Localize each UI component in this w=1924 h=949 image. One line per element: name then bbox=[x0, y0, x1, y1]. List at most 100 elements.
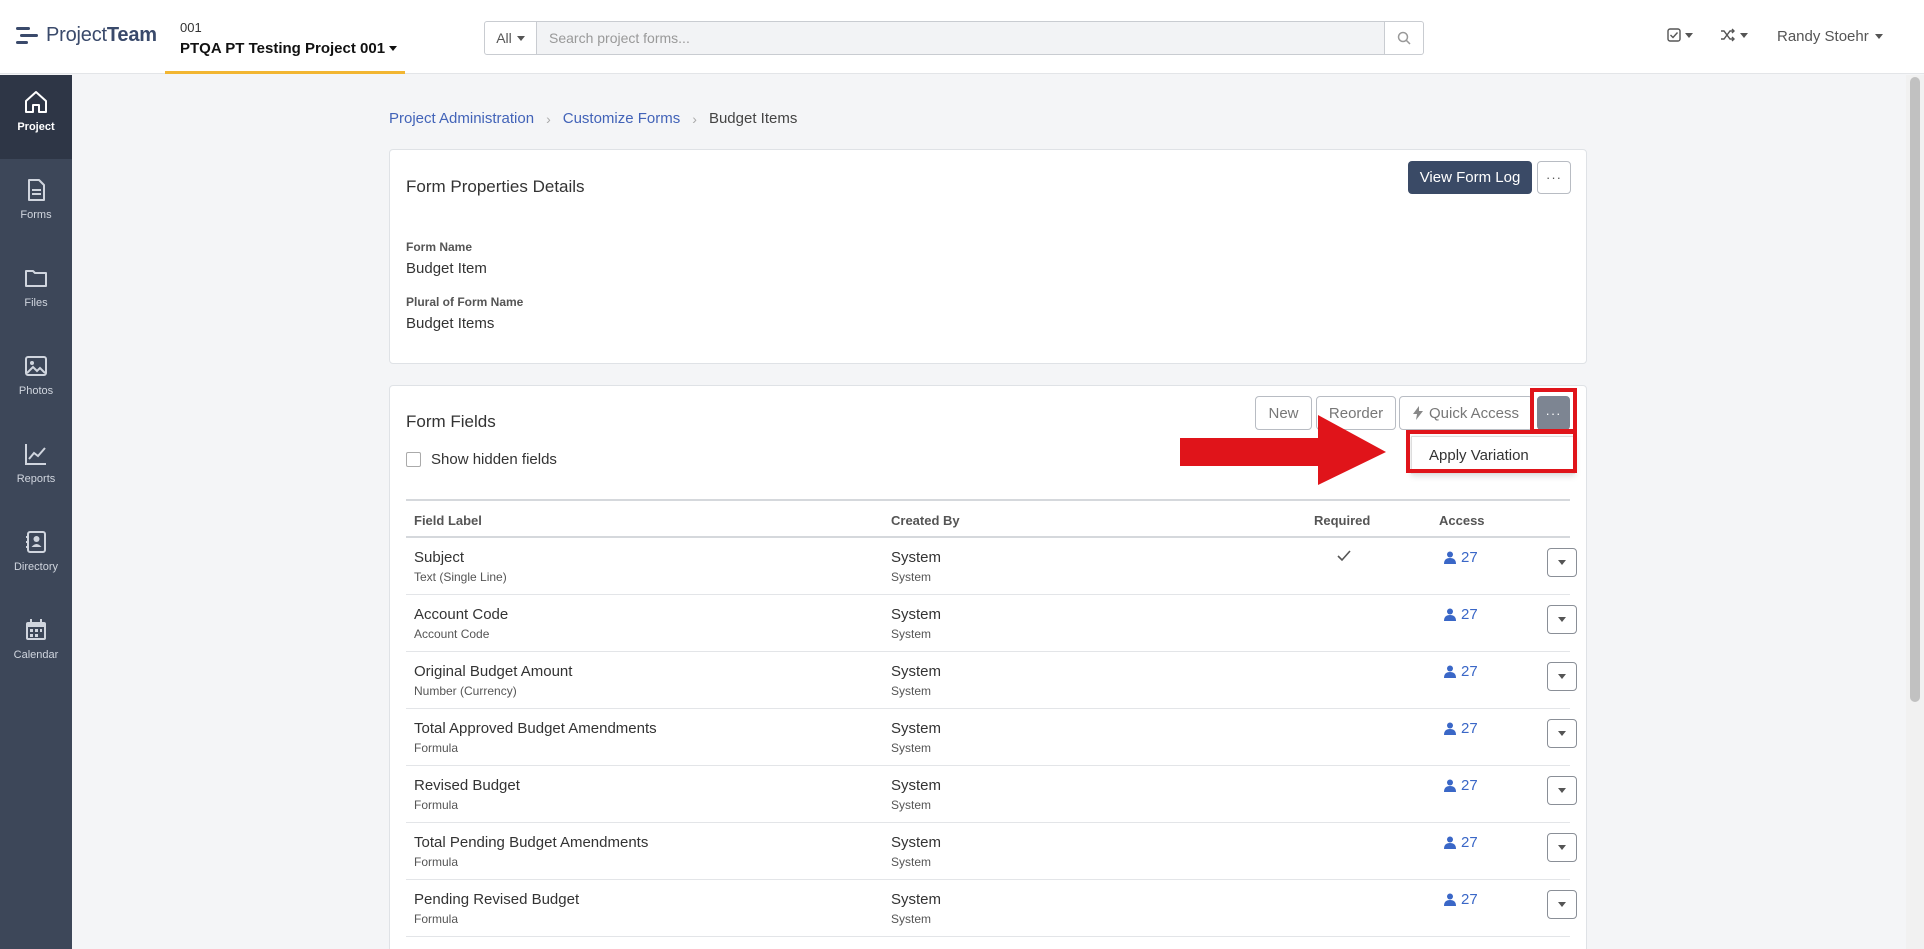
form-name-value: Budget Item bbox=[406, 260, 487, 277]
more-options-button[interactable]: ··· bbox=[1537, 161, 1571, 194]
switch-menu[interactable] bbox=[1720, 28, 1748, 42]
search-button[interactable] bbox=[1385, 21, 1424, 55]
project-number: 001 bbox=[180, 20, 202, 35]
access-link[interactable]: 27 bbox=[1444, 606, 1478, 623]
access-link[interactable]: 27 bbox=[1444, 834, 1478, 851]
user-icon bbox=[1444, 722, 1456, 735]
row-options-button[interactable] bbox=[1547, 833, 1577, 862]
sidebar-item-project[interactable]: Project bbox=[0, 75, 72, 159]
form-fields-title: Form Fields bbox=[406, 412, 496, 431]
user-icon bbox=[1444, 608, 1456, 621]
sidebar-item-directory[interactable]: Directory bbox=[0, 515, 72, 599]
field-label[interactable]: Original Budget Amount bbox=[414, 663, 572, 680]
column-field-label: Field Label bbox=[414, 513, 482, 528]
table-row[interactable]: Total Pending Budget Amendments Formula … bbox=[406, 823, 1577, 880]
field-label[interactable]: Account Code bbox=[414, 606, 508, 623]
access-count: 27 bbox=[1461, 549, 1478, 566]
field-label-cell: Original Budget Amount Number (Currency) bbox=[414, 663, 572, 698]
sidebar-item-reports[interactable]: Reports bbox=[0, 427, 72, 511]
caret-down-icon bbox=[389, 46, 398, 51]
row-options-button[interactable] bbox=[1547, 605, 1577, 634]
table-row[interactable]: Revised Budget Formula System System 27 bbox=[406, 766, 1577, 823]
project-selector[interactable]: 001 PTQA PT Testing Project 001 bbox=[165, 0, 405, 74]
row-options-button[interactable] bbox=[1547, 719, 1577, 748]
field-label[interactable]: Pending Revised Budget bbox=[414, 891, 579, 908]
user-icon bbox=[1444, 665, 1456, 678]
created-by-sub: System bbox=[891, 912, 932, 926]
created-by-cell: System System bbox=[891, 777, 941, 812]
calendar-icon bbox=[26, 619, 46, 640]
field-label-cell: Total Pending Budget Amendments Formula bbox=[414, 834, 648, 869]
caret-down-icon bbox=[1558, 788, 1566, 793]
checkmark-icon bbox=[1337, 550, 1351, 562]
breadcrumb-customize-forms[interactable]: Customize Forms bbox=[563, 110, 681, 127]
top-bar: ProjectTeam 001 PTQA PT Testing Project … bbox=[0, 0, 1924, 74]
dropdown-menu: Apply Variation bbox=[1411, 436, 1575, 474]
chevron-right-icon: › bbox=[692, 110, 697, 127]
checkbox-icon bbox=[1667, 28, 1681, 42]
access-link[interactable]: 27 bbox=[1444, 663, 1478, 680]
field-type: Formula bbox=[414, 912, 459, 926]
table-row[interactable]: Subject Text (Single Line) System System… bbox=[406, 538, 1577, 595]
scrollbar-thumb[interactable] bbox=[1910, 77, 1920, 702]
field-label[interactable]: Total Approved Budget Amendments bbox=[414, 720, 657, 737]
projectteam-logo[interactable]: ProjectTeam bbox=[16, 24, 157, 47]
created-by-cell: System System bbox=[891, 549, 941, 584]
field-label[interactable]: Subject bbox=[414, 549, 507, 566]
form-properties-card: Form Properties Details View Form Log ··… bbox=[389, 149, 1587, 364]
page-scrollbar[interactable] bbox=[1906, 75, 1924, 949]
table-row[interactable]: Original Budget Amount Number (Currency)… bbox=[406, 652, 1577, 709]
created-by-sub: System bbox=[891, 627, 932, 641]
caret-down-icon bbox=[1558, 560, 1566, 565]
sidebar-item-files[interactable]: Files bbox=[0, 251, 72, 335]
row-options-button[interactable] bbox=[1547, 890, 1577, 919]
user-icon bbox=[1444, 551, 1456, 564]
apply-variation-menu-item[interactable]: Apply Variation bbox=[1429, 447, 1529, 464]
access-count: 27 bbox=[1461, 777, 1478, 794]
access-link[interactable]: 27 bbox=[1444, 720, 1478, 737]
field-label[interactable]: Revised Budget bbox=[414, 777, 520, 794]
access-link[interactable]: 27 bbox=[1444, 549, 1478, 566]
table-row[interactable]: Pending Revised Budget Formula System Sy… bbox=[406, 880, 1577, 937]
tasks-menu[interactable] bbox=[1667, 28, 1693, 42]
created-by: System bbox=[891, 549, 942, 566]
quick-access-button[interactable]: Quick Access bbox=[1399, 396, 1533, 430]
table-row[interactable]: Account Code Account Code System System … bbox=[406, 595, 1577, 652]
table-row[interactable]: Total Approved Budget Amendments Formula… bbox=[406, 709, 1577, 766]
column-created-by: Created By bbox=[891, 513, 960, 528]
column-access: Access bbox=[1439, 513, 1485, 528]
row-options-button[interactable] bbox=[1547, 548, 1577, 577]
fields-more-options-button[interactable]: ··· bbox=[1537, 396, 1570, 430]
row-options-button[interactable] bbox=[1547, 776, 1577, 805]
created-by-sub: System bbox=[891, 798, 932, 812]
field-label-cell: Total Approved Budget Amendments Formula bbox=[414, 720, 657, 755]
view-form-log-button[interactable]: View Form Log bbox=[1408, 161, 1532, 194]
search-input[interactable] bbox=[537, 21, 1385, 55]
access-link[interactable]: 27 bbox=[1444, 777, 1478, 794]
show-hidden-label: Show hidden fields bbox=[431, 451, 557, 468]
sidebar-item-calendar[interactable]: Calendar bbox=[0, 603, 72, 687]
sidebar-item-forms[interactable]: Forms bbox=[0, 163, 72, 247]
access-count: 27 bbox=[1461, 891, 1478, 908]
form-name-label: Form Name bbox=[406, 240, 473, 254]
caret-down-icon bbox=[1558, 902, 1566, 907]
table-header: Field Label Created By Required Access bbox=[406, 499, 1570, 538]
show-hidden-checkbox[interactable] bbox=[406, 452, 421, 467]
sidebar-item-photos[interactable]: Photos bbox=[0, 339, 72, 423]
logo-text: ProjectTeam bbox=[46, 24, 157, 46]
access-count: 27 bbox=[1461, 606, 1478, 623]
breadcrumb-project-administration[interactable]: Project Administration bbox=[389, 110, 534, 127]
field-label[interactable]: Total Pending Budget Amendments bbox=[414, 834, 648, 851]
caret-down-icon bbox=[1558, 617, 1566, 622]
field-type: Formula bbox=[414, 798, 459, 812]
search-scope-dropdown[interactable]: All bbox=[484, 21, 537, 55]
access-link[interactable]: 27 bbox=[1444, 891, 1478, 908]
annotation-arrow-icon bbox=[1180, 415, 1386, 485]
form-fields-table: Field Label Created By Required Access S… bbox=[406, 499, 1577, 937]
user-icon bbox=[1444, 893, 1456, 906]
ellipsis-icon: ··· bbox=[1545, 405, 1562, 421]
row-options-button[interactable] bbox=[1547, 662, 1577, 691]
show-hidden-toggle[interactable]: Show hidden fields bbox=[406, 451, 557, 468]
created-by-sub: System bbox=[891, 741, 932, 755]
user-menu[interactable]: Randy Stoehr bbox=[1777, 28, 1883, 45]
